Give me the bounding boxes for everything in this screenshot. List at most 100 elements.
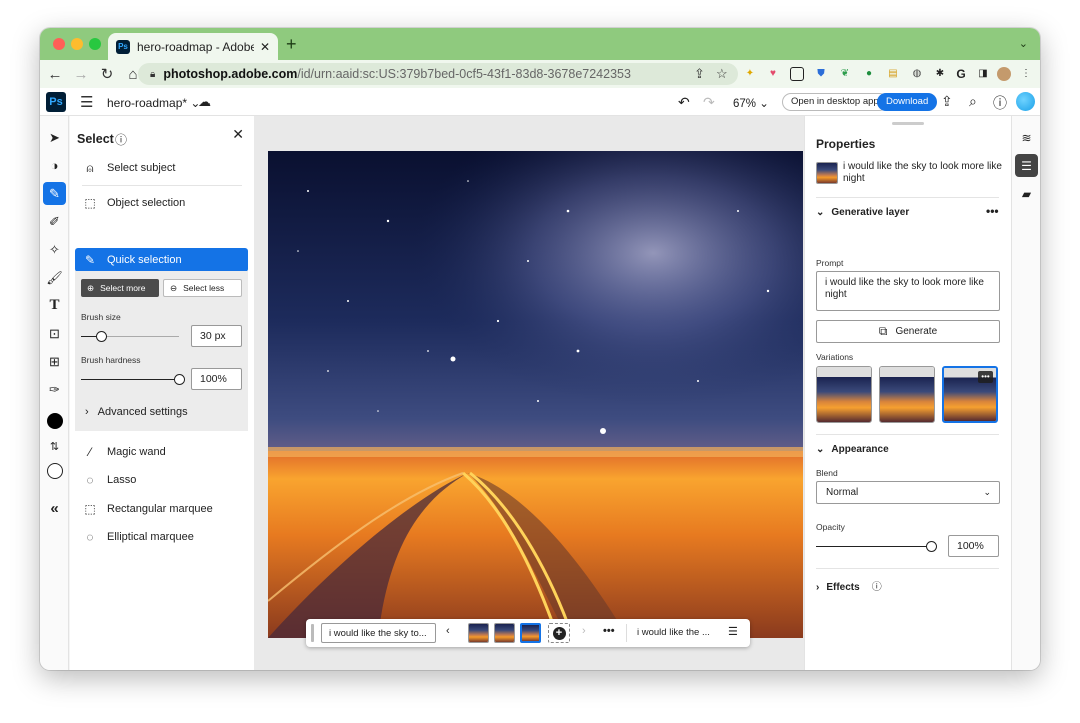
eyedropper-icon[interactable]: ✑ bbox=[43, 378, 66, 401]
side-panel-icon[interactable]: ◨ bbox=[976, 67, 990, 81]
more-options-icon[interactable]: ••• bbox=[986, 204, 999, 218]
google-icon[interactable]: G bbox=[954, 67, 968, 81]
canvas-area[interactable]: i would like the sky to... ‹ + › ••• i w… bbox=[254, 116, 804, 670]
close-window-button[interactable] bbox=[53, 38, 65, 50]
variation-more-icon[interactable]: ••• bbox=[978, 371, 993, 383]
healing-brush-icon[interactable]: ✐ bbox=[43, 210, 66, 233]
object-selection-item[interactable]: ⬚ Object selection bbox=[75, 191, 248, 215]
photoshop-logo[interactable]: Ps bbox=[46, 92, 66, 112]
prompt-field[interactable]: i would like the sky to... bbox=[321, 623, 436, 643]
site-info-icon[interactable]: 🔒︎ bbox=[150, 69, 155, 80]
effects-header[interactable]: › Effects ⓘ bbox=[816, 578, 882, 593]
notes-icon[interactable]: ▤ bbox=[886, 67, 900, 81]
zoom-dropdown[interactable]: 67% ⌄ bbox=[733, 96, 769, 110]
redo-icon[interactable]: ↷ bbox=[703, 94, 715, 111]
more-options-icon[interactable]: ••• bbox=[603, 625, 615, 637]
canvas-image[interactable] bbox=[268, 151, 803, 638]
cloud-icon[interactable]: ☁ bbox=[198, 94, 211, 110]
adjust-settings-icon[interactable]: ☰ bbox=[728, 625, 738, 638]
profile-avatar[interactable] bbox=[997, 67, 1011, 81]
quick-selection-item[interactable]: ✎ Quick selection bbox=[75, 248, 248, 272]
layer-prompt-label[interactable]: i would like the ... bbox=[637, 627, 710, 638]
panel-resize-handle[interactable] bbox=[892, 122, 924, 125]
add-variation-button[interactable]: + bbox=[548, 623, 570, 643]
adjustment-tool-icon[interactable]: ◑ bbox=[43, 154, 66, 177]
blend-mode-dropdown[interactable]: Normal ⌄ bbox=[816, 481, 1000, 504]
help-icon[interactable]: ⓘ bbox=[993, 93, 1007, 113]
comments-icon[interactable]: ▰ bbox=[1015, 182, 1038, 205]
back-icon[interactable]: ← bbox=[44, 66, 66, 83]
maximize-window-button[interactable] bbox=[89, 38, 101, 50]
advanced-settings-toggle[interactable]: › Advanced settings bbox=[85, 406, 188, 418]
new-tab-icon[interactable]: + bbox=[286, 34, 297, 55]
variation-thumb-2[interactable] bbox=[494, 623, 515, 643]
close-tab-icon[interactable]: ✕ bbox=[260, 40, 270, 54]
quick-selection-tool-icon[interactable]: ✎ bbox=[43, 182, 66, 205]
variation-2[interactable] bbox=[879, 366, 935, 423]
document-name[interactable]: hero-roadmap* ⌄ bbox=[107, 96, 200, 110]
select-more-button[interactable]: ⊕ Select more bbox=[81, 279, 159, 297]
brush-hardness-field[interactable]: 100% bbox=[191, 368, 242, 390]
opacity-field[interactable]: 100% bbox=[948, 535, 999, 557]
bookmark-star-icon[interactable]: ☆ bbox=[716, 66, 728, 82]
tab-list-chevron-icon[interactable]: ⌄ bbox=[1019, 37, 1028, 50]
select-less-button[interactable]: ⊖ Select less bbox=[163, 279, 242, 297]
appearance-header[interactable]: ⌄ Appearance bbox=[816, 444, 889, 455]
open-in-desktop-button[interactable]: Open in desktop app bbox=[782, 93, 888, 111]
properties-icon[interactable]: ☰ bbox=[1015, 154, 1038, 177]
rectangular-marquee-item[interactable]: ⬚ Rectangular marquee bbox=[75, 497, 248, 521]
prompt-input[interactable]: i would like the sky to look more like n… bbox=[816, 271, 1000, 311]
generative-fill-icon[interactable]: ✧ bbox=[43, 238, 66, 261]
move-tool-icon[interactable]: ➤ bbox=[43, 126, 66, 149]
select-subject-item[interactable]: ⍝ Select subject bbox=[75, 156, 248, 180]
browser-menu-icon[interactable]: ⋮ bbox=[1019, 67, 1033, 81]
brush-hardness-slider-handle[interactable] bbox=[174, 374, 185, 385]
elliptical-marquee-item[interactable]: ◌ Elliptical marquee bbox=[75, 525, 248, 549]
forward-icon[interactable]: → bbox=[70, 66, 92, 83]
generative-layer-header[interactable]: ⌄ Generative layer bbox=[816, 207, 909, 218]
main-menu-icon[interactable]: ☰ bbox=[80, 93, 93, 111]
variation-1[interactable] bbox=[816, 366, 872, 423]
place-image-icon[interactable]: ⊡ bbox=[43, 322, 66, 345]
browser-tab[interactable]: Ps hero-roadmap - Adobe Photos ✕ bbox=[108, 33, 278, 60]
share-icon[interactable]: ⇪ bbox=[694, 66, 705, 82]
minimize-window-button[interactable] bbox=[71, 38, 83, 50]
leaf-extension-icon[interactable]: ❦ bbox=[838, 67, 852, 81]
info-icon[interactable]: ⓘ bbox=[115, 131, 127, 148]
drag-handle[interactable] bbox=[311, 624, 314, 642]
variation-3[interactable]: ••• bbox=[942, 366, 998, 423]
brush-size-field[interactable]: 30 px bbox=[191, 325, 242, 347]
background-color-swatch[interactable] bbox=[43, 459, 66, 482]
type-tool-icon[interactable]: T bbox=[43, 294, 66, 317]
variation-thumb-3[interactable] bbox=[520, 623, 541, 643]
grammar-check-icon[interactable]: ● bbox=[862, 67, 876, 81]
close-panel-icon[interactable]: ✕ bbox=[232, 126, 244, 143]
layers-icon[interactable]: ≋ bbox=[1015, 126, 1038, 149]
swap-colors-icon[interactable]: ⇅ bbox=[43, 435, 66, 458]
add-image-icon[interactable]: ⊞ bbox=[43, 350, 66, 373]
brush-size-slider-handle[interactable] bbox=[96, 331, 107, 342]
search-icon[interactable]: ⌕ bbox=[969, 93, 977, 110]
lasso-item[interactable]: ◌ Lasso bbox=[75, 468, 248, 492]
share-icon[interactable]: ⇪ bbox=[941, 93, 953, 110]
shield-icon[interactable]: ⛊ bbox=[814, 67, 828, 81]
undo-icon[interactable]: ↶ bbox=[678, 94, 690, 111]
next-variation-icon[interactable]: › bbox=[582, 625, 586, 637]
opacity-slider-handle[interactable] bbox=[926, 541, 937, 552]
foreground-color-swatch[interactable] bbox=[43, 409, 66, 432]
info-icon[interactable]: ⓘ bbox=[872, 582, 882, 593]
pocket-icon[interactable]: ♥ bbox=[766, 67, 780, 81]
variation-thumb-1[interactable] bbox=[468, 623, 489, 643]
generate-button[interactable]: ⧉ Generate bbox=[816, 320, 1000, 343]
puzzle-extensions-icon[interactable]: ✱ bbox=[933, 67, 947, 81]
globe-icon[interactable]: ◍ bbox=[910, 67, 924, 81]
extension-icon[interactable]: ✦ bbox=[743, 67, 757, 81]
download-button[interactable]: Download bbox=[877, 93, 938, 111]
previous-variation-icon[interactable]: ‹ bbox=[446, 625, 450, 637]
picture-in-picture-icon[interactable] bbox=[790, 67, 804, 81]
reload-icon[interactable]: ↻ bbox=[96, 65, 118, 83]
user-avatar[interactable] bbox=[1016, 92, 1035, 111]
magic-wand-item[interactable]: ⁄ Magic wand bbox=[75, 440, 248, 464]
address-bar[interactable]: 🔒︎ photoshop.adobe.com/id/urn:aaid:sc:US… bbox=[138, 63, 738, 85]
brush-tool-icon[interactable]: 🖌︎ bbox=[43, 266, 66, 289]
